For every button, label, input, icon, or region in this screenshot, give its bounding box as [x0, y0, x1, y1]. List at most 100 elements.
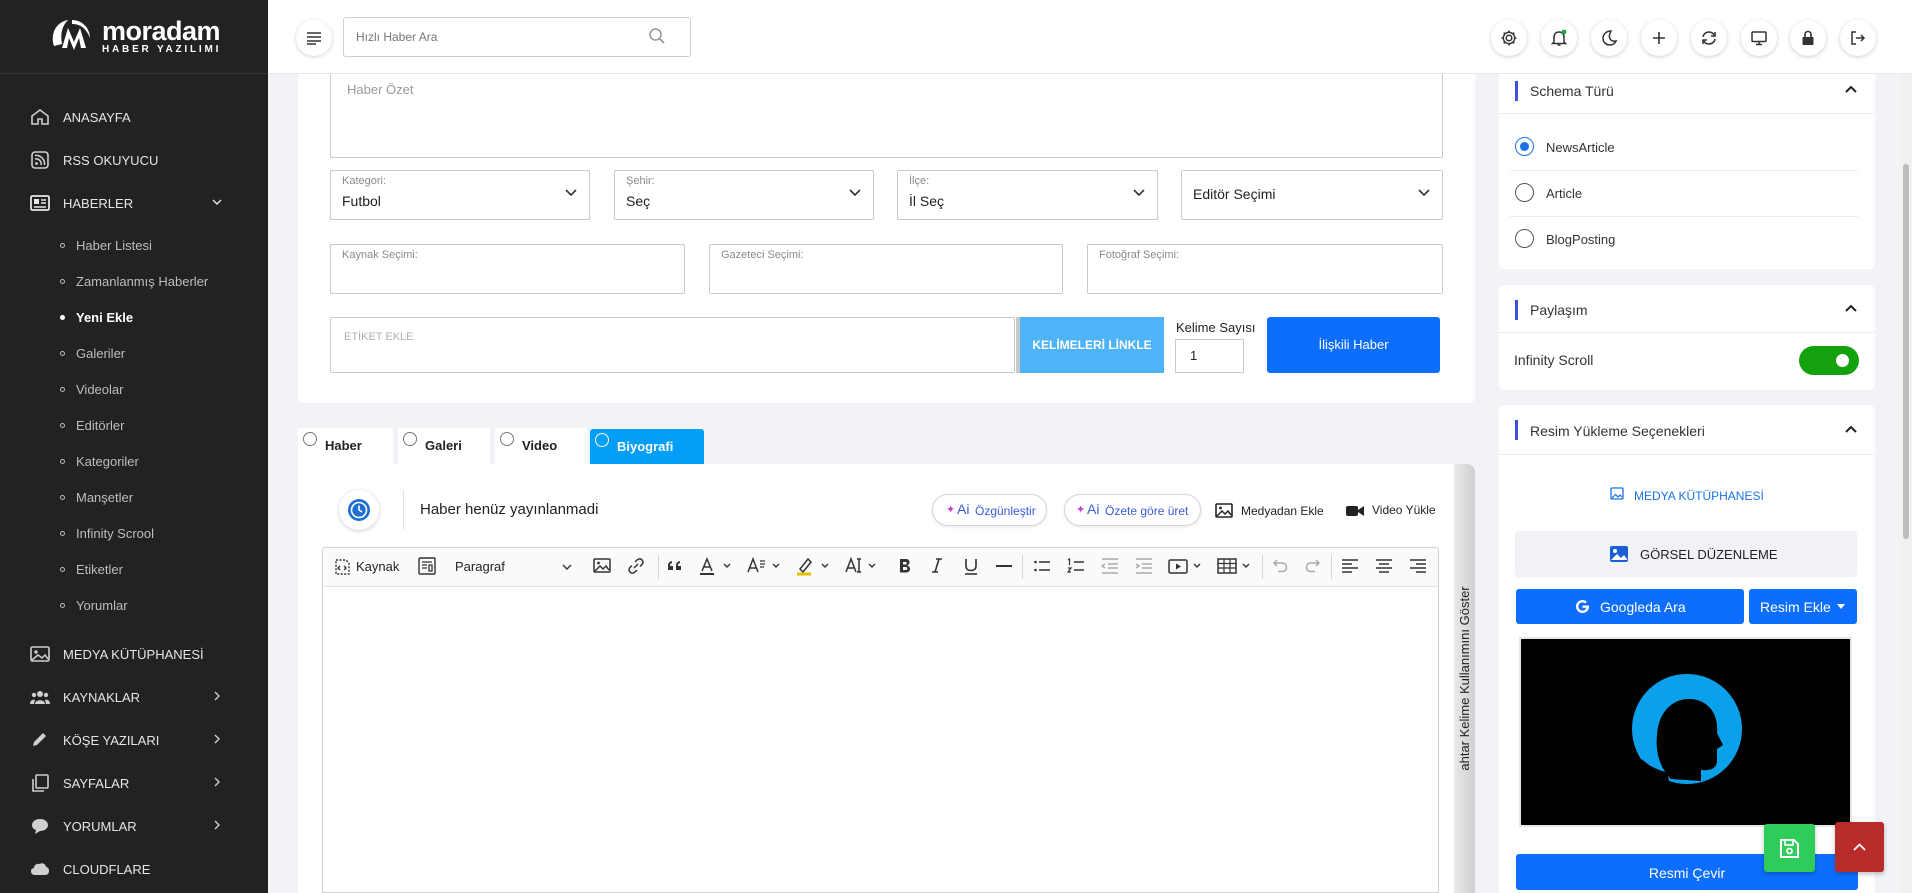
- bullet-icon: [60, 387, 65, 392]
- journalist-select[interactable]: Gazeteci Seçimi:: [709, 244, 1063, 294]
- source-select[interactable]: Kaynak Seçimi:: [330, 244, 685, 294]
- sidebar-item-kose-yazilari[interactable]: KÖŞE YAZILARI: [0, 723, 268, 757]
- tab-galeri[interactable]: Galeri: [398, 428, 490, 464]
- schema-newsarticle-radio[interactable]: [1515, 137, 1534, 156]
- ai-generate-button[interactable]: ✦ Ai Özete göre üret: [1064, 494, 1201, 526]
- chevron-up-icon[interactable]: [1844, 303, 1858, 313]
- underline-icon[interactable]: [961, 555, 981, 577]
- summary-textarea[interactable]: Haber Özet: [330, 74, 1443, 158]
- preview-site-button[interactable]: [1741, 20, 1777, 56]
- chevron-up-icon[interactable]: [1844, 424, 1858, 434]
- related-news-button[interactable]: İlişkili Haber: [1267, 317, 1440, 373]
- search-icon[interactable]: [648, 27, 666, 45]
- blockquote-icon[interactable]: [665, 555, 685, 577]
- sidebar-item-sayfalar[interactable]: SAYFALAR: [0, 766, 268, 800]
- brand-logo[interactable]: moradam HABER YAZILIMI: [48, 16, 228, 56]
- sidebar-item-label: RSS OKUYUCU: [63, 153, 159, 168]
- tab-biyografi[interactable]: Biyografi: [590, 429, 704, 464]
- ai-original-button[interactable]: ✦ Ai Özgünleştir: [932, 494, 1047, 526]
- tab-video[interactable]: Video: [495, 428, 587, 464]
- featured-image-preview[interactable]: [1519, 637, 1852, 827]
- settings-button[interactable]: [1491, 20, 1527, 56]
- schema-article-radio[interactable]: [1515, 183, 1534, 202]
- category-select[interactable]: Kategori: Futbol: [330, 170, 590, 220]
- source-button[interactable]: Kaynak: [332, 556, 402, 578]
- sidebar-item-anasayfa[interactable]: ANASAYFA: [0, 100, 268, 134]
- sidebar-item-yorumlar[interactable]: YORUMLAR: [0, 809, 268, 843]
- scrollbar-thumb[interactable]: [1903, 164, 1909, 539]
- bold-icon[interactable]: [895, 555, 915, 577]
- editor-select[interactable]: Editör Seçimi: [1181, 170, 1443, 220]
- tag-input[interactable]: ETİKET EKLE: [330, 317, 1015, 373]
- city-select[interactable]: Şehir: Seç: [614, 170, 874, 220]
- district-select[interactable]: İlçe: İl Seç: [897, 170, 1158, 220]
- outdent-icon[interactable]: [1100, 555, 1120, 577]
- word-count-input[interactable]: 1: [1175, 339, 1244, 373]
- undo-icon[interactable]: [1270, 555, 1290, 577]
- source-label: Kaynak: [356, 559, 400, 574]
- image-icon: [1215, 503, 1233, 518]
- media-add-button[interactable]: Medyadan Ekle: [1215, 501, 1345, 521]
- video-upload-button[interactable]: Video Yükle: [1346, 501, 1446, 521]
- schema-option-label: BlogPosting: [1546, 232, 1616, 247]
- numbered-list-icon[interactable]: [1066, 555, 1086, 577]
- insert-image-icon[interactable]: [592, 555, 612, 577]
- divider: [1262, 555, 1263, 579]
- redo-icon[interactable]: [1303, 555, 1323, 577]
- add-image-dropdown[interactable]: Resim Ekle: [1749, 589, 1857, 624]
- link-words-button[interactable]: KELİMELERİ LİNKLE: [1016, 317, 1164, 373]
- district-value: İl Seç: [909, 193, 945, 209]
- city-value: Seç: [626, 193, 651, 209]
- table-icon[interactable]: [1216, 555, 1254, 577]
- menu-toggle-button[interactable]: [296, 20, 332, 56]
- highlight-icon[interactable]: [794, 555, 834, 577]
- notifications-button[interactable]: [1541, 20, 1577, 56]
- dark-mode-button[interactable]: [1591, 20, 1627, 56]
- refresh-button[interactable]: [1691, 20, 1727, 56]
- align-left-icon[interactable]: [1340, 555, 1360, 577]
- templates-icon[interactable]: [417, 555, 437, 577]
- sidebar-item-kaynaklar[interactable]: KAYNAKLAR: [0, 680, 268, 714]
- schedule-button[interactable]: [339, 490, 379, 530]
- media-embed-icon[interactable]: [1167, 555, 1205, 577]
- clock-icon: [348, 499, 370, 521]
- infinity-scroll-toggle[interactable]: [1799, 346, 1859, 375]
- quick-search-input[interactable]: [343, 17, 691, 57]
- save-button[interactable]: [1764, 824, 1815, 872]
- bullet-list-icon[interactable]: [1032, 555, 1052, 577]
- page-scrollbar[interactable]: [1900, 74, 1912, 893]
- photographer-select[interactable]: Fotoğraf Seçimi:: [1087, 244, 1443, 294]
- horizontal-line-icon[interactable]: [994, 555, 1014, 577]
- font-size-icon[interactable]: [745, 555, 785, 577]
- align-center-icon[interactable]: [1374, 555, 1394, 577]
- district-label: İlçe:: [909, 175, 930, 187]
- media-library-button[interactable]: MEDYA KÜTÜPHANESİ: [1605, 484, 1795, 506]
- visual-edit-label: GÖRSEL DÜZENLEME: [1640, 547, 1778, 562]
- font-color-icon[interactable]: [697, 555, 733, 577]
- align-right-icon[interactable]: [1408, 555, 1428, 577]
- google-search-button[interactable]: Googleda Ara: [1516, 589, 1744, 624]
- sidebar-item-rss[interactable]: RSS OKUYUCU: [0, 143, 268, 177]
- sidebar-item-cloudflare[interactable]: CLOUDFLARE: [0, 852, 268, 886]
- sidebar-item-label: CLOUDFLARE: [63, 862, 151, 877]
- scroll-top-button[interactable]: [1835, 822, 1884, 872]
- font-family-icon[interactable]: [844, 555, 882, 577]
- add-button[interactable]: [1641, 20, 1677, 56]
- italic-icon[interactable]: [927, 555, 947, 577]
- comment-icon: [32, 819, 48, 834]
- lock-button[interactable]: [1790, 20, 1826, 56]
- chevron-up-icon[interactable]: [1844, 84, 1858, 94]
- schema-blogposting-radio[interactable]: [1515, 229, 1534, 248]
- sidebar-item-haberler[interactable]: HABERLER: [0, 186, 268, 220]
- sidebar-item-medya[interactable]: MEDYA KÜTÜPHANESİ: [0, 637, 268, 671]
- editor-content-area[interactable]: [322, 586, 1439, 893]
- indent-icon[interactable]: [1134, 555, 1154, 577]
- paragraph-select[interactable]: Paragraf: [448, 556, 576, 578]
- radio-icon: [500, 432, 514, 446]
- chevron-down-icon: [849, 189, 861, 197]
- logout-button[interactable]: [1840, 20, 1876, 56]
- tab-haber[interactable]: Haber: [298, 428, 393, 464]
- chevron-up-icon: [1853, 843, 1866, 851]
- visual-edit-button[interactable]: GÖRSEL DÜZENLEME: [1515, 531, 1857, 577]
- link-icon[interactable]: [626, 555, 646, 577]
